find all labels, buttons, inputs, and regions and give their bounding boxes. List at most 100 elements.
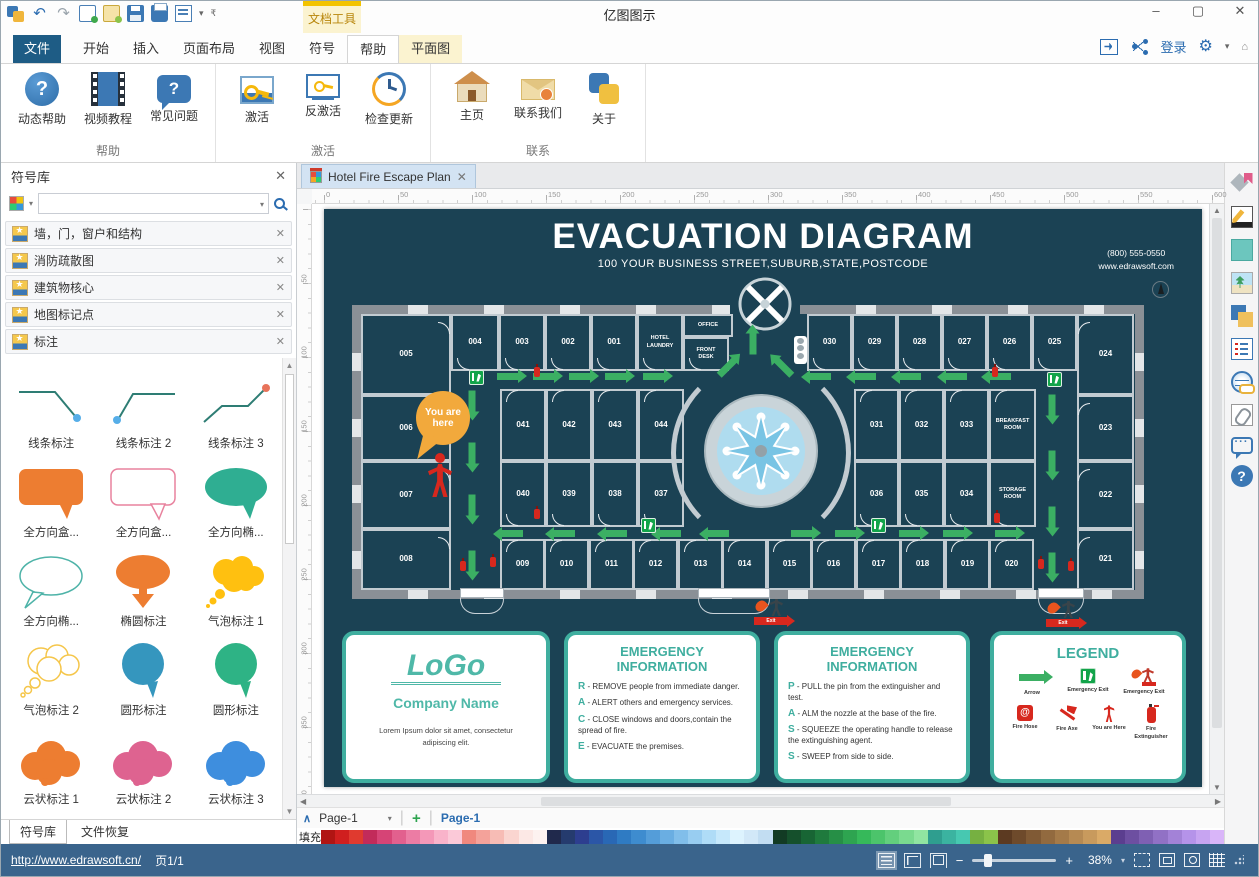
homepage-button[interactable]: 主页 bbox=[441, 70, 503, 127]
color-swatch[interactable] bbox=[787, 830, 801, 844]
color-swatch[interactable] bbox=[575, 830, 589, 844]
category-close-icon[interactable]: ✕ bbox=[276, 335, 285, 348]
fill-color-icon[interactable] bbox=[1231, 173, 1253, 195]
tab-符号[interactable]: 符号 bbox=[297, 35, 347, 63]
scroll-down-icon[interactable]: ▼ bbox=[1213, 783, 1221, 792]
color-swatch[interactable] bbox=[519, 830, 533, 844]
zoom-dropdown-icon[interactable]: ▾ bbox=[1121, 856, 1125, 865]
collapse-pagebar-icon[interactable]: ∧ bbox=[303, 812, 311, 825]
color-swatch[interactable] bbox=[1083, 830, 1097, 844]
background-icon[interactable] bbox=[1231, 272, 1253, 294]
color-swatch[interactable] bbox=[420, 830, 434, 844]
shape-ellipse-outline[interactable]: 全方向椭... bbox=[5, 540, 97, 629]
color-swatch[interactable] bbox=[448, 830, 462, 844]
color-swatch[interactable] bbox=[561, 830, 575, 844]
category-close-icon[interactable]: ✕ bbox=[276, 308, 285, 321]
color-swatch[interactable] bbox=[589, 830, 603, 844]
shape-cloud-filled[interactable]: 气泡标注 1 bbox=[190, 540, 282, 629]
settings-gear-icon[interactable]: ⚙ bbox=[1198, 39, 1212, 55]
color-swatch[interactable] bbox=[984, 830, 998, 844]
tab-symbol-library[interactable]: 符号库 bbox=[9, 820, 67, 844]
canvas-viewport[interactable]: EVACUATION DIAGRAM 100 YOUR BUSINESS STR… bbox=[312, 204, 1209, 794]
color-swatch[interactable] bbox=[829, 830, 843, 844]
color-swatch[interactable] bbox=[1012, 830, 1026, 844]
tab-file-recovery[interactable]: 文件恢复 bbox=[71, 820, 139, 843]
color-swatch[interactable] bbox=[970, 830, 984, 844]
qat-dropdown-icon[interactable]: ▾ bbox=[199, 8, 204, 19]
color-swatch[interactable] bbox=[1055, 830, 1069, 844]
presentation-view-icon[interactable] bbox=[930, 853, 947, 868]
zoom-out-button[interactable]: − bbox=[956, 853, 964, 868]
library-category[interactable]: 建筑物核心✕ bbox=[5, 275, 292, 300]
library-filter-dropdown-icon[interactable]: ▾ bbox=[29, 199, 33, 208]
color-swatch[interactable] bbox=[1210, 830, 1224, 844]
shape-cloud[interactable] bbox=[97, 807, 189, 819]
scroll-down-icon[interactable]: ▼ bbox=[283, 807, 296, 816]
library-search-input[interactable]: ▾ bbox=[38, 193, 269, 214]
color-swatch[interactable] bbox=[321, 830, 335, 844]
library-scrollbar[interactable]: ▲ ▼ bbox=[282, 358, 296, 819]
category-close-icon[interactable]: ✕ bbox=[276, 227, 285, 240]
about-button[interactable]: 关于 bbox=[573, 70, 635, 127]
color-swatch[interactable] bbox=[1182, 830, 1196, 844]
search-icon[interactable] bbox=[274, 198, 285, 209]
color-swatch[interactable] bbox=[392, 830, 406, 844]
tab-context[interactable]: 平面图 bbox=[399, 35, 462, 63]
color-swatch[interactable] bbox=[758, 830, 772, 844]
color-swatch[interactable] bbox=[801, 830, 815, 844]
tab-页面布局[interactable]: 页面布局 bbox=[171, 35, 247, 63]
shape-cloud[interactable] bbox=[190, 807, 282, 819]
collapse-ribbon-icon[interactable]: ⌂ bbox=[1241, 41, 1248, 53]
color-swatch[interactable] bbox=[660, 830, 674, 844]
shape-circle[interactable]: 圆形标注 bbox=[97, 629, 189, 718]
color-swatch[interactable] bbox=[885, 830, 899, 844]
grid-toggle-icon[interactable] bbox=[1209, 853, 1225, 867]
import-button[interactable] bbox=[79, 5, 96, 22]
emergency-info-card-2[interactable]: EMERGENCY INFORMATION P - PULL the pin f… bbox=[774, 631, 970, 783]
shape-ellipse-arrow[interactable]: 椭圆标注 bbox=[97, 540, 189, 629]
tab-插入[interactable]: 插入 bbox=[121, 35, 171, 63]
shape-cloud-outline[interactable]: 气泡标注 2 bbox=[5, 629, 97, 718]
color-swatch[interactable] bbox=[335, 830, 349, 844]
color-swatch[interactable] bbox=[871, 830, 885, 844]
color-swatch[interactable] bbox=[716, 830, 730, 844]
color-swatch[interactable] bbox=[406, 830, 420, 844]
shape-circle[interactable]: 圆形标注 bbox=[190, 629, 282, 718]
horizontal-scrollbar[interactable]: ◀ ▶ bbox=[297, 794, 1224, 807]
notes-icon[interactable] bbox=[1231, 338, 1253, 360]
color-swatch[interactable] bbox=[617, 830, 631, 844]
color-swatch[interactable] bbox=[377, 830, 391, 844]
color-swatch[interactable] bbox=[547, 830, 561, 844]
library-category[interactable]: 标注✕ bbox=[5, 329, 292, 354]
undo-button[interactable]: ↶ bbox=[31, 5, 48, 22]
shape-cloud[interactable]: 云状标注 3 bbox=[190, 718, 282, 807]
color-swatch[interactable] bbox=[815, 830, 829, 844]
close-button[interactable]: ✕ bbox=[1230, 3, 1250, 19]
qat-customize-icon[interactable]: ₹ bbox=[211, 8, 217, 19]
color-swatch[interactable] bbox=[1111, 830, 1125, 844]
color-swatch[interactable] bbox=[1139, 830, 1153, 844]
color-swatch[interactable] bbox=[942, 830, 956, 844]
shape-ellipse-filled[interactable]: 全方向椭... bbox=[190, 451, 282, 540]
dynamic-help-button[interactable]: 动态帮助 bbox=[11, 70, 73, 127]
color-swatch[interactable] bbox=[998, 830, 1012, 844]
color-swatch[interactable] bbox=[773, 830, 787, 844]
zoom-in-button[interactable]: + bbox=[1065, 853, 1073, 868]
color-swatch[interactable] bbox=[349, 830, 363, 844]
preview-button[interactable] bbox=[175, 5, 192, 22]
drawing-page[interactable]: EVACUATION DIAGRAM 100 YOUR BUSINESS STR… bbox=[324, 209, 1202, 787]
color-swatch[interactable] bbox=[646, 830, 660, 844]
color-swatch[interactable] bbox=[603, 830, 617, 844]
emergency-info-card-1[interactable]: EMERGENCY INFORMATION R - REMOVE people … bbox=[564, 631, 760, 783]
library-category[interactable]: 地图标记点✕ bbox=[5, 302, 292, 327]
hscroll-thumb[interactable] bbox=[541, 797, 951, 806]
color-swatch[interactable] bbox=[476, 830, 490, 844]
color-swatch[interactable] bbox=[914, 830, 928, 844]
tab-开始[interactable]: 开始 bbox=[71, 35, 121, 63]
shape-line1[interactable]: 线条标注 bbox=[5, 362, 97, 451]
color-swatch[interactable] bbox=[1069, 830, 1083, 844]
zoom-region-icon[interactable] bbox=[1184, 853, 1200, 867]
color-swatch[interactable] bbox=[1041, 830, 1055, 844]
attachment-icon[interactable] bbox=[1231, 404, 1253, 426]
snapshot-button[interactable] bbox=[103, 5, 120, 22]
